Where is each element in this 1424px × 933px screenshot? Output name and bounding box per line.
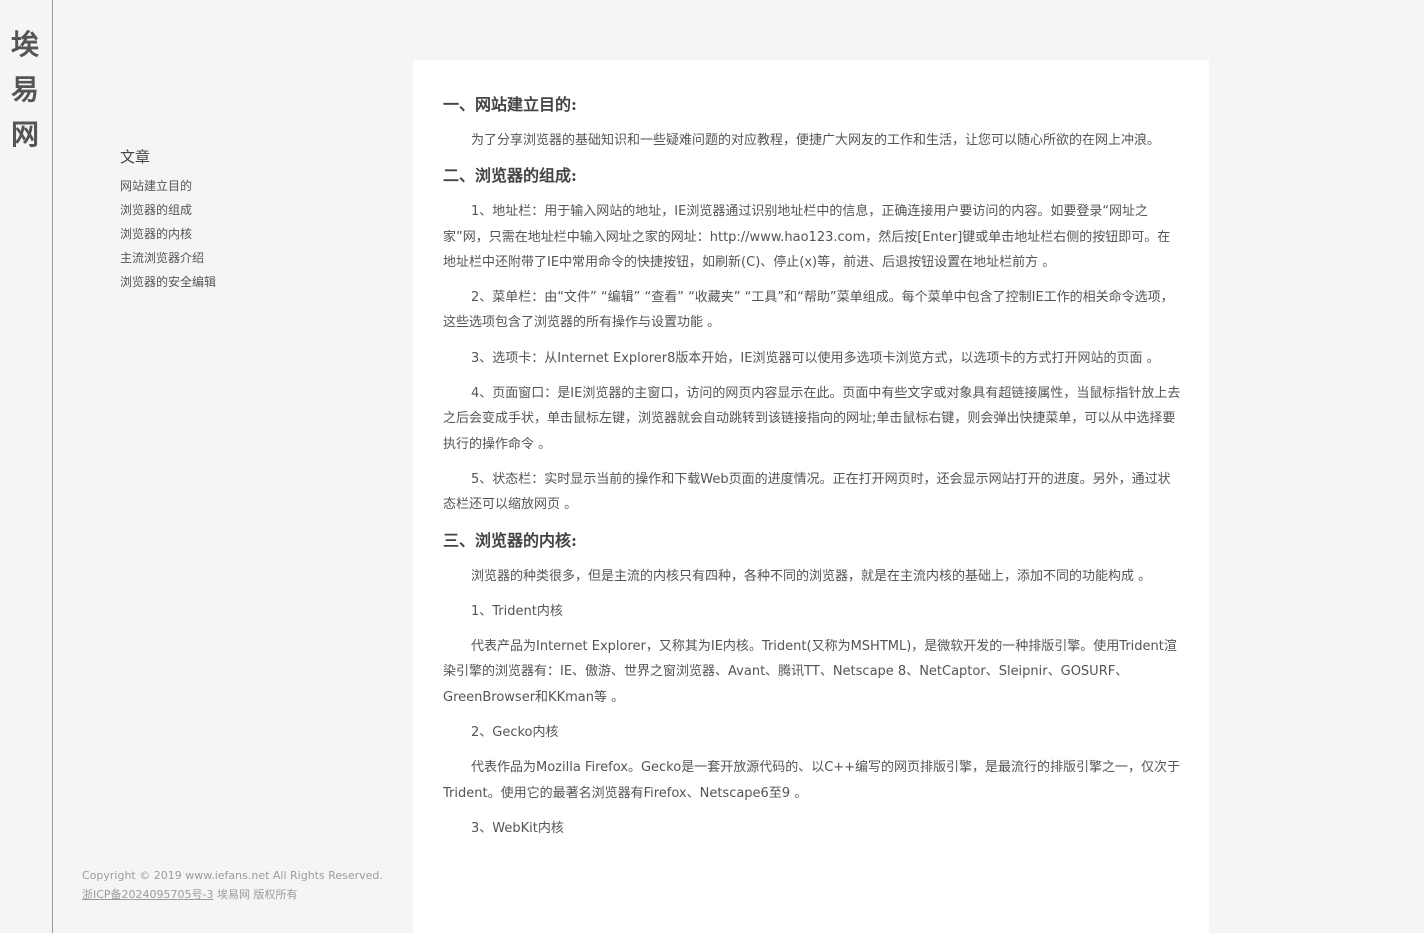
- nav-item-security[interactable]: 浏览器的安全编辑: [120, 270, 320, 294]
- site-logo[interactable]: 埃易网: [11, 22, 43, 157]
- paragraph: 1、Trident内核: [471, 603, 563, 619]
- page: 埃易网 文章 网站建立目的 浏览器的组成 浏览器的内核 主流浏览器介绍 浏览器的…: [0, 0, 1424, 933]
- nav-item-purpose[interactable]: 网站建立目的: [120, 174, 320, 198]
- paragraph: 1、地址栏：用于输入网站的地址，IE浏览器通过识别地址栏中的信息，正确连接用户要…: [443, 204, 1171, 270]
- article-nav: 文章 网站建立目的 浏览器的组成 浏览器的内核 主流浏览器介绍 浏览器的安全编辑: [120, 146, 320, 294]
- paragraph: 为了分享浏览器的基础知识和一些疑难问题的对应教程，便捷广大网友的工作和生活，让您…: [471, 133, 1161, 148]
- nav-item-mainstream[interactable]: 主流浏览器介绍: [120, 246, 320, 270]
- nav-item-composition[interactable]: 浏览器的组成: [120, 198, 320, 222]
- section-title: 一、网站建立目的:: [443, 95, 577, 114]
- paragraph: 浏览器的种类很多，但是主流的内核只有四种，各种不同的浏览器，就是在主流内核的基础…: [471, 568, 1152, 584]
- footer: Copyright © 2019 www.iefans.net All Righ…: [82, 866, 383, 904]
- paragraph: 代表作品为Mozilla Firefox。Gecko是一套开放源代码的、以C++…: [443, 760, 1181, 801]
- article-panel: 一、网站建立目的: 为了分享浏览器的基础知识和一些疑难问题的对应教程，便捷广大网…: [413, 60, 1209, 933]
- copyright-text: Copyright © 2019 www.iefans.net All Righ…: [82, 869, 383, 882]
- paragraph: 4、页面窗口：是IE浏览器的主窗口，访问的网页内容显示在此。页面中有些文字或对象…: [443, 386, 1181, 452]
- paragraph: 2、Gecko内核: [471, 725, 559, 741]
- rights-text: 埃易网 版权所有: [213, 888, 298, 901]
- section-title: 二、浏览器的组成:: [443, 166, 577, 186]
- paragraph: 3、WebKit内核: [471, 820, 564, 836]
- brand-strip: 埃易网: [0, 0, 53, 933]
- icp-link[interactable]: 浙ICP备2024095705号-3: [82, 888, 214, 901]
- section-title: 三、浏览器的内核:: [443, 530, 577, 550]
- paragraph: 代表产品为Internet Explorer，又称其为IE内核。Trident(…: [443, 639, 1177, 705]
- nav-heading: 文章: [120, 148, 151, 166]
- nav-list: 网站建立目的 浏览器的组成 浏览器的内核 主流浏览器介绍 浏览器的安全编辑: [120, 174, 320, 294]
- nav-item-kernel[interactable]: 浏览器的内核: [120, 222, 320, 246]
- paragraph: 5、状态栏：实时显示当前的操作和下载Web页面的进度情况。正在打开网页时，还会显…: [443, 471, 1171, 513]
- article-body: 一、网站建立目的: 为了分享浏览器的基础知识和一些疑难问题的对应教程，便捷广大网…: [413, 60, 1209, 841]
- footer-line-2: 浙ICP备2024095705号-3 埃易网 版权所有: [82, 885, 383, 904]
- paragraph: 3、选项卡：从Internet Explorer8版本开始，IE浏览器可以使用多…: [471, 350, 1160, 366]
- paragraph: 2、菜单栏：由“文件” “编辑” “查看” “收藏夹” “工具”和“帮助”菜单组…: [443, 290, 1174, 331]
